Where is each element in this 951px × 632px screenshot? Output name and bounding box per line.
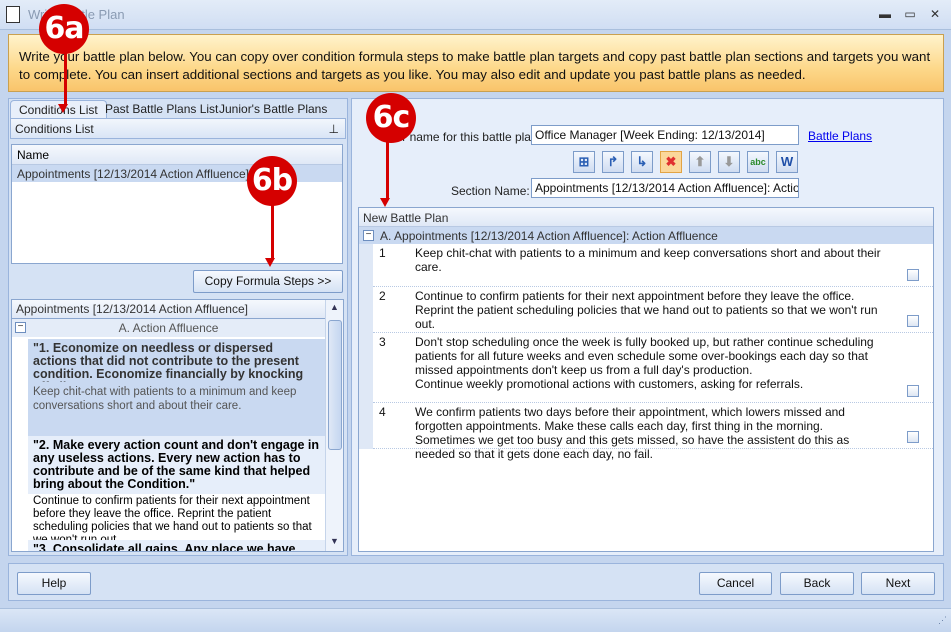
target-done-checkbox[interactable]: [907, 315, 919, 327]
step-note[interactable]: Keep chit-chat with patients to a minimu…: [28, 382, 325, 436]
target-text[interactable]: We confirm patients two days before thei…: [415, 405, 885, 461]
section-name-input[interactable]: Appointments [12/13/2014 Action Affluenc…: [531, 178, 799, 198]
formula-step[interactable]: "3. Consolidate all gains. Any place we …: [28, 540, 325, 551]
scroll-thumb[interactable]: [328, 320, 342, 450]
help-button[interactable]: Help: [17, 572, 91, 595]
delete-button[interactable]: ✖: [660, 151, 682, 173]
move-down-icon: ⬇: [723, 154, 735, 169]
target-row[interactable]: 3 Don't stop scheduling once the week is…: [373, 333, 933, 403]
step-note[interactable]: Continue to confirm patients for their n…: [28, 492, 325, 546]
target-done-checkbox[interactable]: [907, 431, 919, 443]
formula-steps-header: Appointments [12/13/2014 Action Affluenc…: [12, 300, 325, 319]
target-number: 4: [379, 405, 386, 419]
formula-step[interactable]: "2. Make every action count and don't en…: [28, 436, 325, 494]
section-title: A. Appointments [12/13/2014 Action Afflu…: [380, 228, 718, 243]
app-icon: [6, 6, 20, 23]
collapse-icon[interactable]: −: [15, 322, 26, 333]
cancel-button[interactable]: Cancel: [699, 572, 772, 595]
target-done-checkbox[interactable]: [907, 269, 919, 281]
minimize-button[interactable]: ▬: [876, 6, 894, 22]
battle-plan-section-row[interactable]: − A. Appointments [12/13/2014 Action Aff…: [359, 227, 933, 244]
target-row[interactable]: 4 We confirm patients two days before th…: [373, 403, 933, 461]
panel-title: Conditions List: [15, 122, 94, 136]
annotation-6b: 6b: [247, 156, 297, 206]
target-list: 1 Keep chit-chat with patients to a mini…: [359, 244, 933, 461]
target-number: 2: [379, 289, 386, 303]
conditions-list-header: Conditions List ⊥: [10, 118, 346, 139]
battle-plan-header: New Battle Plan: [359, 208, 933, 227]
status-bar: ⋰: [0, 608, 951, 632]
add-section-button[interactable]: ⊞: [573, 151, 595, 173]
word-export-button[interactable]: W: [776, 151, 798, 173]
tab-past-battle-plans[interactable]: Past Battle Plans List: [97, 100, 226, 118]
move-down-button[interactable]: ⬇: [718, 151, 740, 173]
copy-formula-steps-button[interactable]: Copy Formula Steps >>: [193, 270, 343, 293]
word-export-icon: W: [780, 154, 794, 169]
instructions-banner: Write your battle plan below. You can co…: [8, 34, 944, 92]
battle-plan-grid: New Battle Plan − A. Appointments [12/13…: [358, 207, 934, 552]
maximize-button[interactable]: ▭: [901, 6, 919, 22]
battle-plans-link[interactable]: Battle Plans: [808, 129, 872, 143]
collapse-icon[interactable]: −: [363, 230, 374, 241]
resize-grip-icon[interactable]: ⋰: [938, 615, 947, 626]
scroll-down-icon[interactable]: ▼: [330, 536, 339, 546]
pin-icon[interactable]: ⊥: [329, 122, 339, 136]
vertical-scrollbar[interactable]: ▲ ▼: [325, 300, 343, 551]
add-section-icon: ⊞: [578, 154, 590, 169]
target-row[interactable]: 2 Continue to confirm patients for their…: [373, 287, 933, 333]
column-header-name[interactable]: Name: [12, 145, 342, 165]
target-text[interactable]: Continue to confirm patients for their n…: [415, 289, 885, 331]
delete-icon: ✖: [665, 154, 677, 169]
bottom-bar: Help Cancel Back Next: [8, 563, 944, 601]
back-button[interactable]: Back: [780, 572, 854, 595]
next-button[interactable]: Next: [861, 572, 935, 595]
arrowhead-icon: [380, 198, 390, 212]
conditions-grid: Name Appointments [12/13/2014 Action Aff…: [11, 144, 343, 264]
target-number: 1: [379, 246, 386, 260]
target-number: 3: [379, 335, 386, 349]
plan-name-input[interactable]: Office Manager [Week Ending: 12/13/2014]: [531, 125, 799, 145]
move-up-icon: ⬆: [694, 154, 706, 169]
title-bar: Write Battle Plan ▬ ▭ ✕: [0, 0, 951, 30]
insert-below-button[interactable]: ↳: [631, 151, 653, 173]
spell-check-icon: abc: [750, 157, 766, 167]
spell-check-button[interactable]: abc: [747, 151, 769, 173]
target-done-checkbox[interactable]: [907, 385, 919, 397]
annotation-6c: 6c: [366, 93, 416, 143]
target-text[interactable]: Don't stop scheduling once the week is f…: [415, 335, 885, 391]
insert-above-button[interactable]: ↱: [602, 151, 624, 173]
formula-steps-panel: Appointments [12/13/2014 Action Affluenc…: [11, 299, 344, 552]
section-name-label: Section Name:: [451, 184, 530, 198]
move-up-button[interactable]: ⬆: [689, 151, 711, 173]
close-button[interactable]: ✕: [926, 6, 944, 22]
annotation-6a: 6a: [39, 4, 89, 54]
insert-below-icon: ↳: [636, 154, 648, 169]
arrowhead-icon: [58, 104, 68, 118]
target-text[interactable]: Keep chit-chat with patients to a minimu…: [415, 246, 885, 274]
section-row: − A. Action Affluence: [12, 319, 325, 337]
tab-juniors-battle-plans[interactable]: Junior's Battle Plans: [211, 100, 335, 118]
section-title: A. Action Affluence: [118, 321, 219, 335]
scroll-up-icon[interactable]: ▲: [330, 302, 339, 312]
arrowhead-icon: [265, 258, 275, 272]
insert-above-icon: ↱: [607, 154, 619, 169]
target-row[interactable]: 1 Keep chit-chat with patients to a mini…: [373, 244, 933, 287]
